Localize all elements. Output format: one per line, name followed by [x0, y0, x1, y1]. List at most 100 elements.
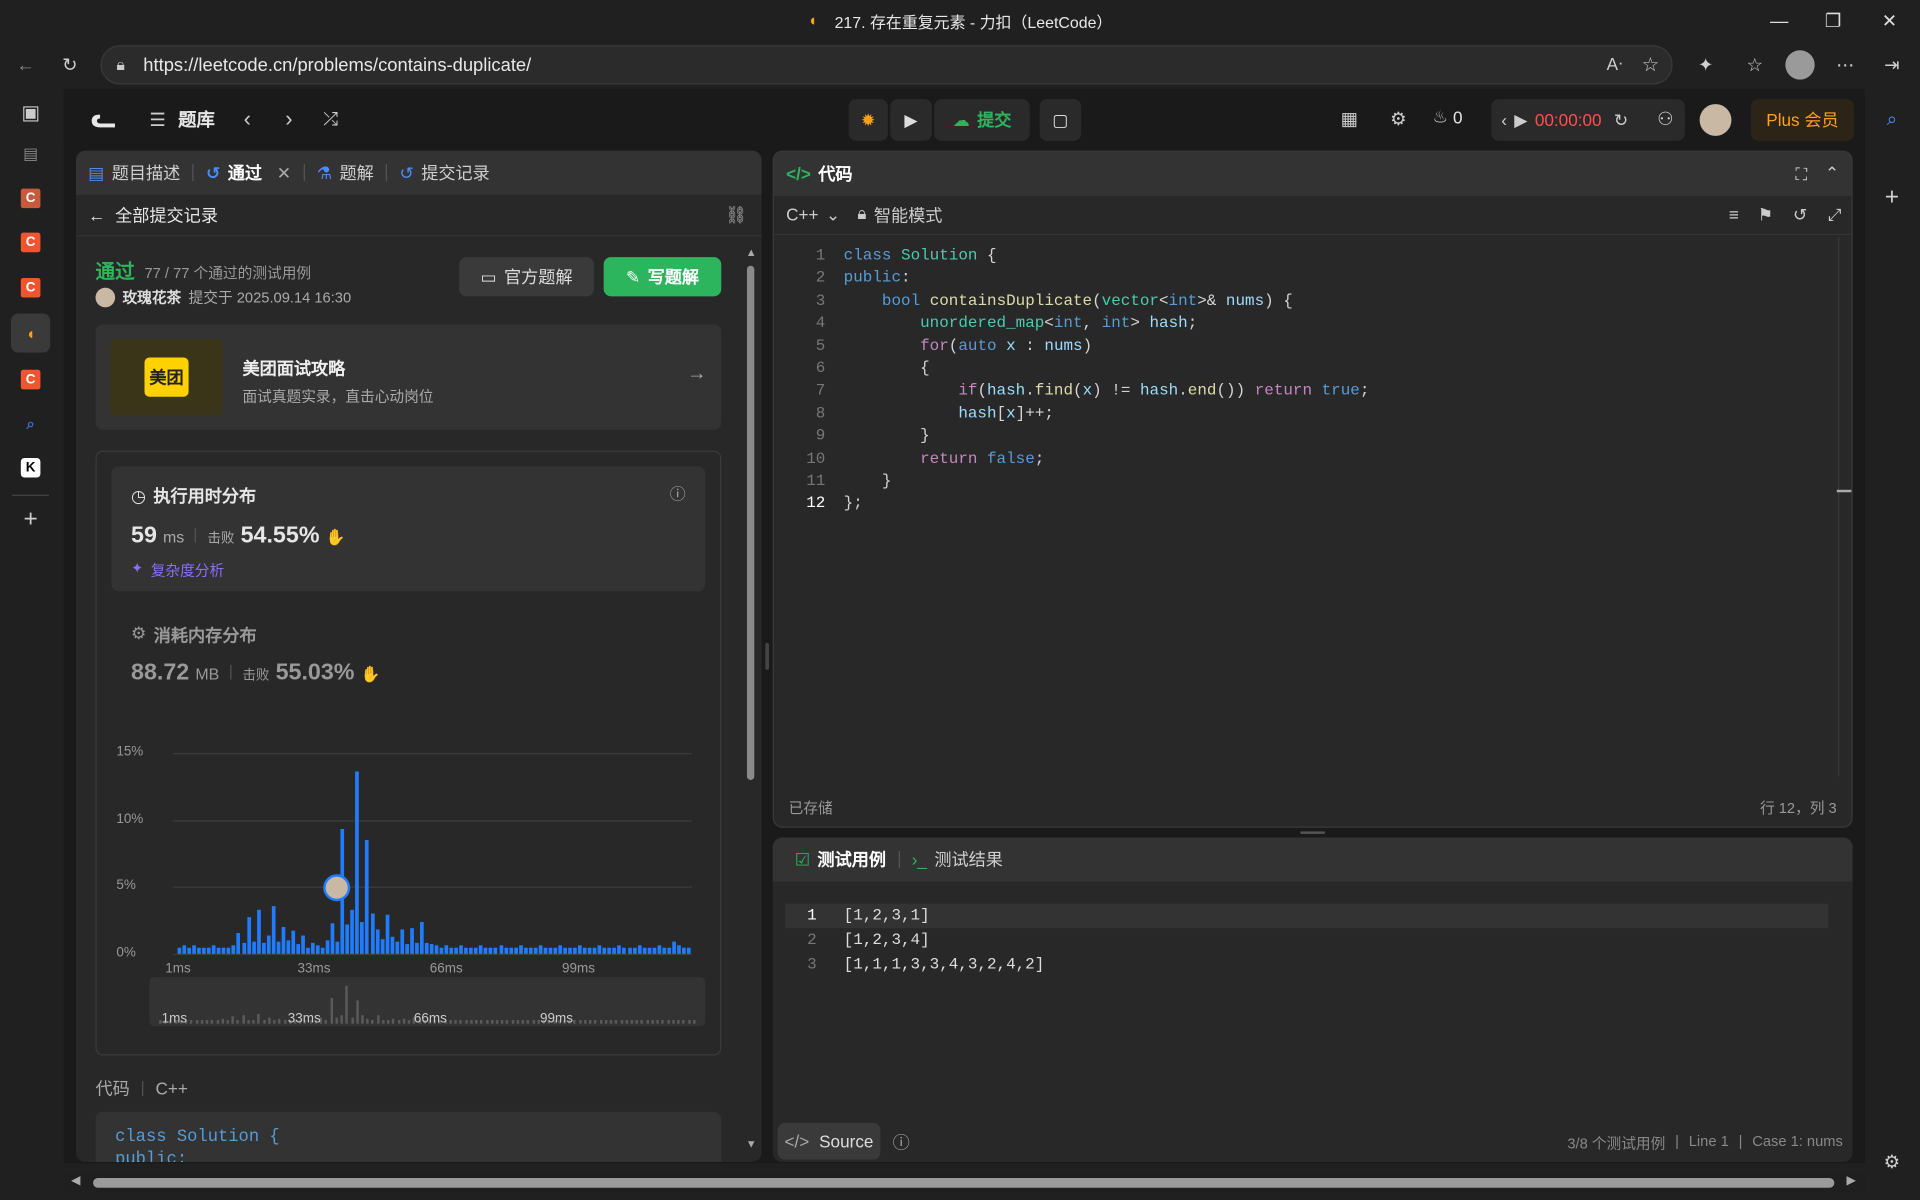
- histogram-bar[interactable]: [558, 945, 562, 954]
- shuffle-icon[interactable]: ⤮: [316, 104, 345, 133]
- histogram-bar[interactable]: [642, 947, 647, 954]
- histogram-bar[interactable]: [647, 947, 651, 954]
- expand-icon[interactable]: ⤢: [1828, 204, 1842, 225]
- left-scrollbar[interactable]: ▲ ▼: [744, 246, 757, 1152]
- histogram-bar[interactable]: [657, 945, 661, 954]
- histogram-bar[interactable]: [296, 944, 300, 954]
- histogram-bar[interactable]: [261, 943, 266, 954]
- histogram-bar[interactable]: [365, 840, 370, 954]
- layout-icon[interactable]: ▦: [1335, 104, 1364, 133]
- histogram-bar[interactable]: [251, 941, 256, 954]
- histogram-bar[interactable]: [375, 929, 380, 954]
- histogram-bar[interactable]: [622, 947, 627, 954]
- histogram-bar[interactable]: [405, 944, 409, 954]
- histogram-bar[interactable]: [652, 947, 656, 954]
- histogram-bar[interactable]: [686, 947, 691, 954]
- histogram-bar[interactable]: [222, 947, 226, 954]
- horizontal-resize-handle[interactable]: [1300, 831, 1325, 834]
- tab-c-1[interactable]: C: [11, 179, 50, 218]
- histogram-bar[interactable]: [607, 947, 612, 954]
- histogram-bar[interactable]: [528, 947, 533, 954]
- submit-button[interactable]: ☁ 提交: [934, 99, 1030, 141]
- memory-block[interactable]: ⚙ 消耗内存分布: [131, 623, 257, 647]
- write-solution-button[interactable]: ✎ 写题解: [603, 257, 722, 297]
- histogram-bar[interactable]: [409, 928, 414, 954]
- histogram-bar[interactable]: [533, 947, 538, 954]
- histogram-bar[interactable]: [350, 909, 355, 954]
- histogram-bar[interactable]: [226, 947, 231, 954]
- tab-icon[interactable]: ▤: [11, 135, 50, 174]
- new-tab-icon[interactable]: +: [11, 500, 50, 539]
- tab-solutions[interactable]: ⚗ 题解: [305, 151, 387, 195]
- histogram-bar[interactable]: [563, 947, 567, 954]
- page-hscrollbar[interactable]: ◀ ▶: [63, 1173, 1865, 1193]
- user-avatar[interactable]: [1699, 104, 1732, 136]
- runtime-block[interactable]: ◷ 执行用时分布 ⓘ 59 ms 击败 54.55% ✋ ✦ 复杂度分析: [111, 466, 706, 592]
- histogram-bar[interactable]: [578, 945, 582, 954]
- add-icon[interactable]: +: [1876, 181, 1908, 213]
- histogram-bar[interactable]: [632, 947, 637, 954]
- tab-submissions[interactable]: ↺ 提交记录: [387, 151, 502, 195]
- histogram-bar[interactable]: [236, 932, 241, 954]
- histogram-bar[interactable]: [459, 945, 464, 954]
- address-bar[interactable]: 🔒︎ https://leetcode.cn/problems/contains…: [100, 45, 1673, 85]
- histogram-bar[interactable]: [182, 945, 187, 954]
- help-icon[interactable]: ⓘ: [893, 1130, 910, 1154]
- histogram-bar[interactable]: [330, 923, 335, 954]
- histogram-bar[interactable]: [370, 913, 375, 954]
- complexity-analysis-link[interactable]: ✦ 复杂度分析: [131, 560, 224, 581]
- histogram-bar[interactable]: [662, 947, 666, 954]
- tab-description[interactable]: ▤ 题目描述: [76, 151, 193, 195]
- sidebar-toggle-icon[interactable]: ⇥: [1876, 49, 1908, 81]
- histogram-bar[interactable]: [543, 947, 548, 954]
- code-area[interactable]: 1 class Solution {2 public: 3 bool contains…: [774, 245, 1839, 784]
- tab-c-2[interactable]: C: [11, 223, 50, 262]
- minimize-icon[interactable]: —: [1751, 0, 1807, 42]
- histogram-bar[interactable]: [681, 947, 686, 954]
- histogram-bar[interactable]: [241, 943, 246, 954]
- runtime-distribution-chart[interactable]: 15% 10% 5% 0% 1ms 33ms 66ms 99ms: [97, 721, 723, 976]
- prev-problem-icon[interactable]: ‹: [235, 104, 259, 133]
- histogram-bar[interactable]: [395, 941, 399, 954]
- histogram-bar[interactable]: [231, 945, 236, 954]
- histogram-bar[interactable]: [439, 947, 444, 954]
- fullscreen-icon[interactable]: ⛶: [1795, 164, 1807, 185]
- histogram-bar[interactable]: [434, 945, 439, 954]
- tab-c-3[interactable]: C: [11, 268, 50, 307]
- histogram-bar[interactable]: [548, 947, 553, 954]
- source-button[interactable]: </> Source: [777, 1122, 881, 1160]
- histogram-bar[interactable]: [592, 947, 597, 954]
- histogram-bar[interactable]: [489, 947, 493, 954]
- histogram-bar[interactable]: [315, 945, 320, 954]
- note-icon[interactable]: ▢: [1039, 99, 1082, 141]
- histogram-bar[interactable]: [217, 947, 221, 954]
- histogram-bar[interactable]: [197, 947, 201, 954]
- scroll-left-icon[interactable]: ◀: [71, 1174, 80, 1187]
- scroll-thumb[interactable]: [746, 265, 755, 781]
- histogram-bar[interactable]: [360, 921, 365, 954]
- histogram-bar[interactable]: [597, 945, 602, 954]
- hscroll-thumb[interactable]: [93, 1177, 1835, 1188]
- favorites-icon[interactable]: ☆: [1739, 49, 1771, 81]
- histogram-bar[interactable]: [390, 936, 394, 954]
- plus-member-button[interactable]: Plus 会员: [1751, 99, 1854, 141]
- username[interactable]: 玫瑰花茶: [122, 287, 181, 308]
- panel-resize-handle[interactable]: [765, 642, 769, 670]
- histogram-bar[interactable]: [627, 947, 632, 954]
- bookmark-icon[interactable]: ⚑: [1758, 204, 1773, 225]
- favorite-star-icon[interactable]: ☆: [1642, 53, 1660, 77]
- histogram-bar[interactable]: [424, 943, 429, 954]
- histogram-bar[interactable]: [518, 945, 523, 954]
- my-submission-marker[interactable]: [323, 874, 351, 902]
- next-problem-icon[interactable]: ›: [277, 104, 301, 133]
- histogram-bar[interactable]: [474, 947, 478, 954]
- histogram-bar[interactable]: [672, 941, 676, 954]
- tab-k[interactable]: K: [11, 448, 50, 487]
- run-button[interactable]: ▶: [890, 99, 932, 141]
- histogram-bar[interactable]: [602, 947, 607, 954]
- promo-card[interactable]: 美团 美团面试攻略 面试真题实录，直击心动岗位 →: [95, 324, 722, 430]
- histogram-bar[interactable]: [573, 947, 577, 954]
- code-preview[interactable]: class Solution { public:: [95, 1111, 722, 1163]
- histogram-bar[interactable]: [444, 945, 449, 954]
- histogram-bar[interactable]: [385, 915, 389, 954]
